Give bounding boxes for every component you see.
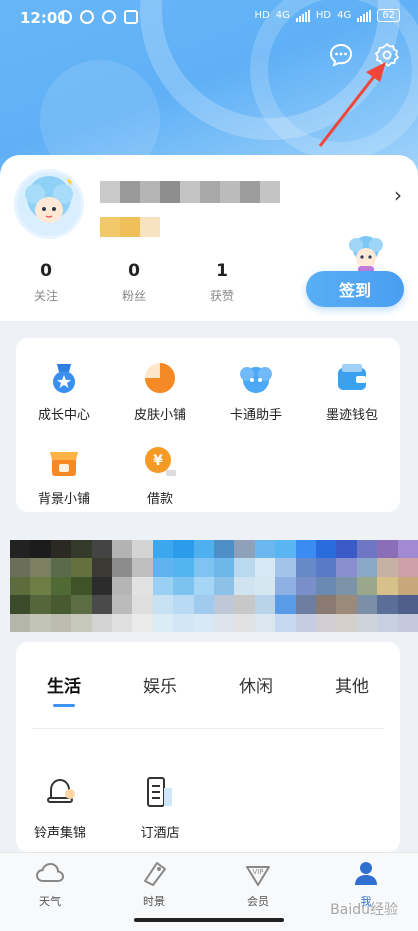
nav-scenery[interactable]: 时景	[124, 859, 184, 909]
stat-label: 关注	[33, 289, 58, 303]
tools-panel: 成长中心 皮肤小铺 卡通助手 墨迹钱包 背景小铺 ¥ 借款	[16, 338, 400, 512]
tool-label: 背景小铺	[37, 492, 90, 507]
settings-button[interactable]	[374, 42, 400, 68]
signal-icon	[357, 9, 372, 22]
stat-label: 粉丝	[121, 289, 146, 303]
status-right: HD 4G HD 4G 62	[255, 9, 400, 22]
hotel-icon	[147, 777, 172, 807]
user-icon	[355, 862, 377, 885]
home-indicator[interactable]	[134, 918, 284, 922]
tab-leisure[interactable]: 休闲	[239, 672, 273, 707]
tool-label: 墨迹钱包	[325, 408, 378, 423]
alarm-icon	[58, 10, 72, 24]
loan-icon: ¥	[142, 444, 178, 480]
signal-icon	[295, 9, 310, 22]
app-notification-icon	[102, 10, 116, 24]
nav-label: 天气	[39, 895, 61, 908]
stat-label: 获赞	[209, 289, 234, 303]
category-item-label: 铃声集锦	[33, 826, 86, 841]
tool-label: 成长中心	[37, 408, 90, 423]
stat-following[interactable]: 0 关注	[22, 261, 70, 304]
cartoon-assistant-icon	[238, 360, 274, 396]
battery-indicator: 62	[377, 9, 400, 22]
bell-icon	[47, 778, 75, 803]
svg-text:VIP: VIP	[252, 868, 263, 876]
chat-bubble-icon	[329, 43, 353, 67]
tool-skin-shop[interactable]: 皮肤小铺	[112, 360, 208, 423]
tool-background-shop[interactable]: 背景小铺	[16, 444, 112, 507]
header-actions	[328, 42, 400, 68]
profile-stats: 0 关注 0 粉丝 1 获赞	[22, 261, 246, 304]
category-item-hotel[interactable]: 订酒店	[120, 774, 200, 841]
bottom-navigation: 天气 时景 VIP 会员 我 Baidu经验	[0, 852, 418, 931]
user-avatar[interactable]	[14, 169, 84, 239]
vip-icon: VIP	[246, 866, 270, 886]
nav-weather[interactable]: 天气	[20, 859, 80, 909]
tool-wallet[interactable]: 墨迹钱包	[304, 360, 400, 423]
nav-label: 时景	[143, 895, 165, 908]
category-item-ringtones[interactable]: 铃声集锦	[20, 774, 100, 841]
profile-card[interactable]: › 0 关注 0 粉丝 1 获赞 签到	[0, 155, 418, 321]
app-notification-icon	[124, 10, 138, 24]
tab-entertainment[interactable]: 娱乐	[143, 672, 177, 707]
tool-growth-center[interactable]: 成长中心	[16, 360, 112, 423]
tab-life[interactable]: 生活	[47, 672, 81, 707]
stat-value: 1	[216, 261, 228, 281]
background-shop-icon	[46, 444, 82, 480]
tool-label: 卡通助手	[229, 408, 282, 423]
checkin-button[interactable]: 签到	[306, 271, 404, 307]
network-gen: 4G	[275, 10, 290, 21]
app-notification-icon	[80, 10, 94, 24]
divider	[32, 728, 384, 729]
wallet-icon	[334, 360, 370, 396]
network-gen: 4G	[337, 10, 352, 21]
svg-text:¥: ¥	[153, 453, 163, 469]
stat-likes[interactable]: 1 获赞	[198, 261, 246, 304]
username-redacted	[100, 181, 280, 203]
stat-followers[interactable]: 0 粉丝	[110, 261, 158, 304]
watermark: Baidu经验	[330, 902, 398, 918]
nav-vip[interactable]: VIP 会员	[228, 859, 288, 909]
skin-shop-icon	[142, 360, 178, 396]
mascot-avatar-icon	[25, 176, 73, 223]
nav-label: 会员	[247, 895, 269, 908]
medal-icon	[46, 360, 82, 396]
cloud-icon	[35, 862, 65, 882]
tab-other[interactable]: 其他	[335, 672, 369, 707]
stat-value: 0	[128, 261, 140, 281]
tool-label: 借款	[146, 492, 173, 507]
tool-loan[interactable]: ¥ 借款	[112, 444, 208, 507]
category-item-label: 订酒店	[140, 826, 180, 841]
category-panel: 生活 娱乐 休闲 其他 铃声集锦 订酒店	[16, 642, 400, 852]
gear-icon	[375, 43, 399, 67]
chevron-right-icon[interactable]: ›	[394, 183, 402, 207]
tool-label: 皮肤小铺	[133, 408, 186, 423]
status-bar: 12:01 HD 4G HD 4G 62	[0, 0, 418, 36]
tag-icon	[144, 862, 166, 886]
tool-cartoon-assistant[interactable]: 卡通助手	[208, 360, 304, 423]
stat-value: 0	[40, 261, 52, 281]
promo-banner[interactable]	[10, 540, 418, 632]
badge-redacted	[100, 217, 160, 237]
hd-badge: HD	[254, 10, 270, 21]
message-button[interactable]	[328, 42, 354, 68]
hd-badge: HD	[315, 10, 332, 21]
category-tabs: 生活 娱乐 休闲 其他	[16, 672, 400, 707]
notification-icons	[58, 10, 138, 24]
